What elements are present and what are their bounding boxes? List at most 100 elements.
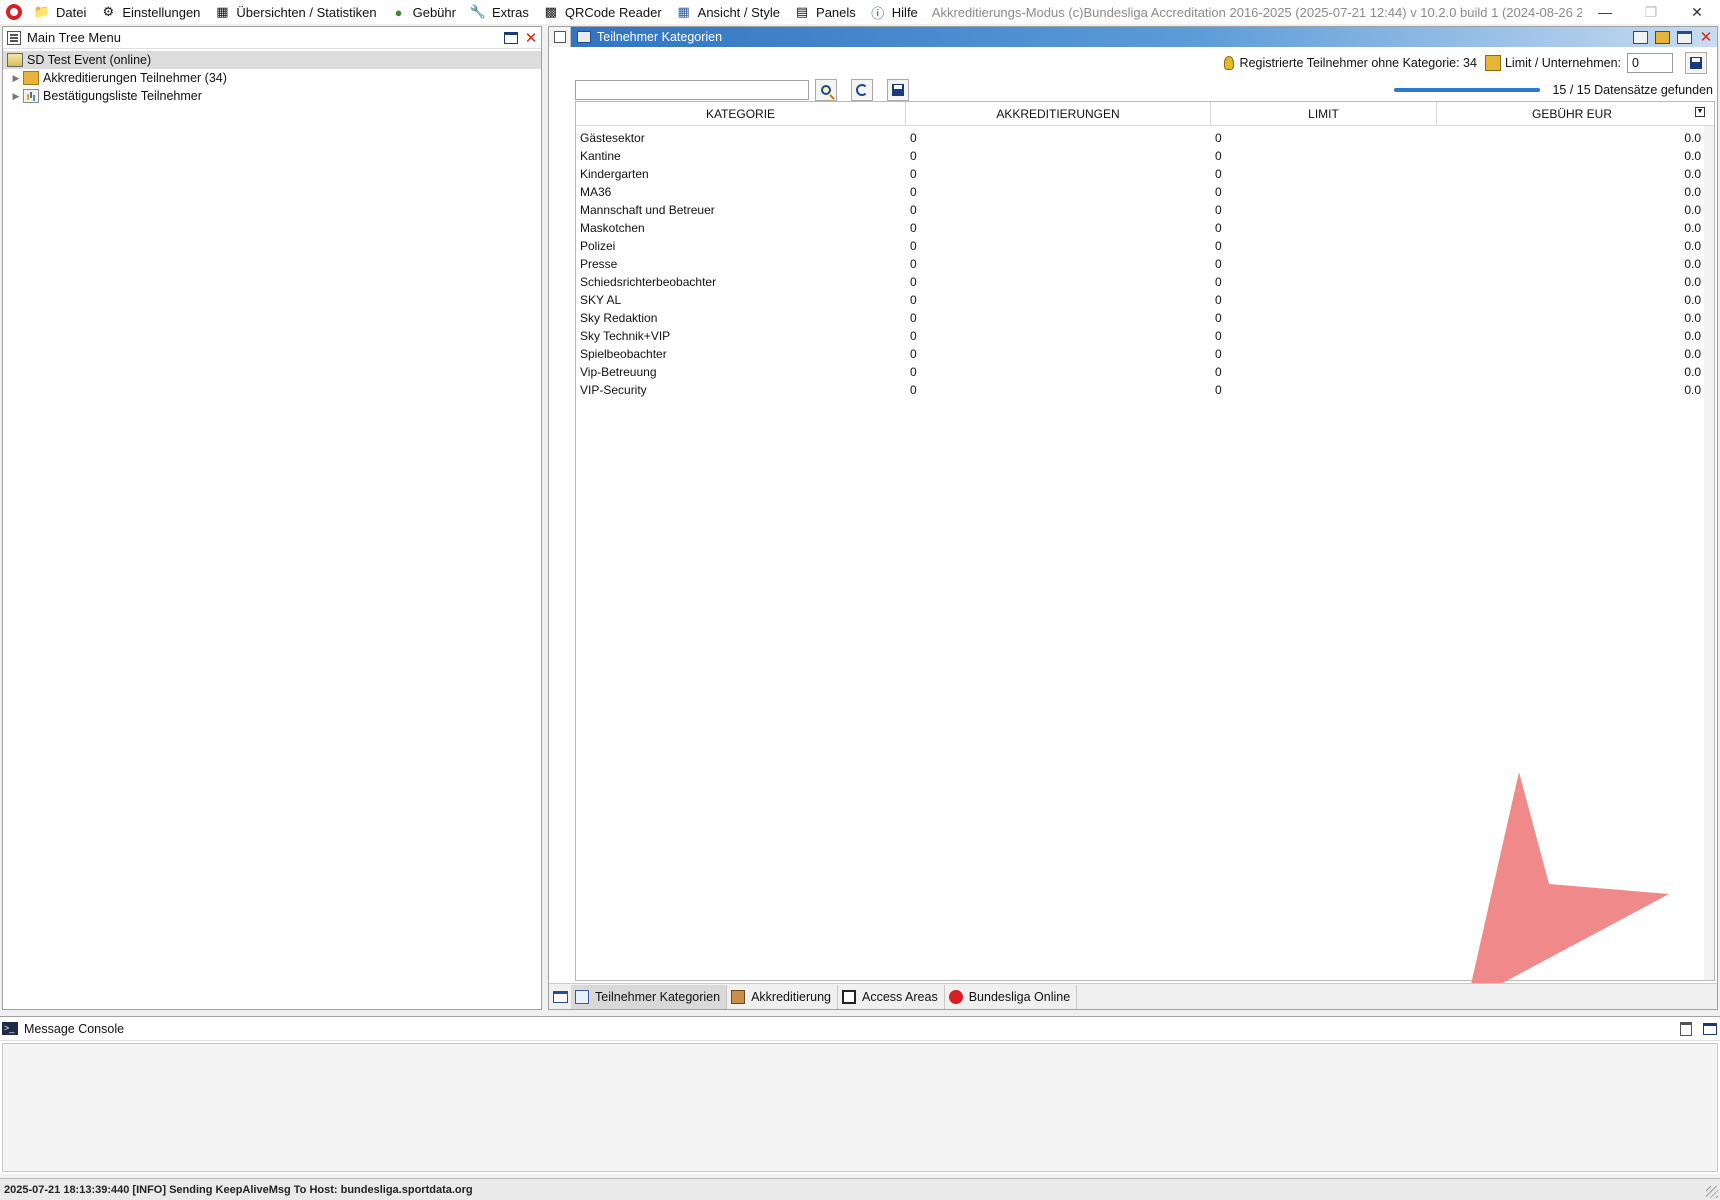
table-row[interactable]: Kantine 0 0 0.0 [576, 147, 1714, 165]
minimize-icon[interactable]: — [1582, 0, 1628, 24]
table-row[interactable]: Sky Redaktion 0 0 0.0 [576, 309, 1714, 327]
tab-list-button[interactable] [549, 984, 571, 1010]
cell-kategorie: Gästesektor [580, 131, 645, 145]
table-row[interactable]: SKY AL 0 0 0.0 [576, 291, 1714, 309]
table-row[interactable]: Sky Technik+VIP 0 0 0.0 [576, 327, 1714, 345]
cell-akkreditierungen: 0 [910, 383, 917, 397]
cell-limit: 0 [1215, 167, 1222, 181]
maximize-panel-button[interactable] [1673, 27, 1695, 47]
menu-hilfe[interactable]: ⓘ Hilfe [864, 0, 926, 24]
table-row[interactable]: MA36 0 0 0.0 [576, 183, 1714, 201]
menu-gebuehr[interactable]: ● Gebühr [385, 0, 464, 24]
resize-grip-icon[interactable] [1706, 1186, 1718, 1198]
refresh-button[interactable] [851, 79, 873, 101]
message-console: >_ Message Console [0, 1016, 1720, 1174]
cell-limit: 0 [1215, 239, 1222, 253]
limit-input[interactable]: 0 [1627, 53, 1673, 73]
tab-label: Access Areas [861, 989, 938, 1004]
menu-uebersichten[interactable]: ▦ Übersichten / Statistiken [208, 0, 384, 24]
table-row[interactable]: Mannschaft und Betreuer 0 0 0.0 [576, 201, 1714, 219]
menu-datei[interactable]: 📁 Datei [28, 0, 94, 24]
column-header-limit[interactable]: LIMIT [1211, 102, 1437, 125]
restore-icon[interactable]: ❐ [1628, 0, 1674, 24]
maximize-icon [1703, 1022, 1717, 1035]
table-row[interactable]: Kindergarten 0 0 0.0 [576, 165, 1714, 183]
console-header: >_ Message Console [0, 1017, 1720, 1041]
close-icon[interactable]: ✕ [1674, 0, 1720, 24]
table-row[interactable]: Spielbeobachter 0 0 0.0 [576, 345, 1714, 363]
menu-extras[interactable]: 🔧 Extras [464, 0, 537, 24]
tab-access-areas[interactable]: Access Areas [838, 984, 945, 1009]
panel-menu-button[interactable] [549, 27, 571, 47]
paste-button[interactable] [1651, 27, 1673, 47]
cell-akkreditierungen: 0 [910, 293, 917, 307]
column-header-label: GEBÜHR EUR [1531, 106, 1612, 121]
table-row[interactable]: Schiedsrichterbeobachter 0 0 0.0 [576, 273, 1714, 291]
tree-panel-header: Main Tree Menu ✕ [3, 27, 541, 49]
cell-kategorie: Spielbeobachter [580, 347, 667, 361]
tab-teilnehmer-kategorien[interactable]: Teilnehmer Kategorien [571, 984, 728, 1009]
cell-limit: 0 [1215, 293, 1222, 307]
panel-title: Teilnehmer Kategorien [597, 30, 723, 44]
console-output[interactable] [2, 1043, 1718, 1172]
cell-kategorie: Kantine [580, 149, 621, 163]
progress-bar [1394, 88, 1541, 92]
menu-ansicht-style[interactable]: ▦ Ansicht / Style [670, 0, 788, 24]
info-row: Registrierte Teilnehmer ohne Kategorie: … [549, 51, 1717, 75]
cell-gebuehr: 0.0 [1684, 221, 1701, 235]
menu-panels[interactable]: ▤ Panels [788, 0, 864, 24]
search-icon [821, 85, 831, 95]
tree-root-event[interactable]: SD Test Event (online) [3, 51, 541, 69]
menu-qrcode-reader[interactable]: ▩ QRCode Reader [537, 0, 670, 24]
door-exit-icon [841, 989, 856, 1004]
save-button[interactable] [887, 79, 909, 101]
clear-console-button[interactable] [1680, 1019, 1700, 1039]
cell-gebuehr: 0.0 [1684, 167, 1701, 181]
tab-akkreditierung[interactable]: Akkreditierung [727, 984, 838, 1009]
cell-kategorie: Presse [580, 257, 618, 271]
maximize-panel-button[interactable] [501, 28, 521, 48]
menu-label: Gebühr [412, 4, 456, 20]
cell-limit: 0 [1215, 383, 1222, 397]
table-row[interactable]: Vip-Betreuung 0 0 0.0 [576, 363, 1714, 381]
cell-limit: 0 [1215, 221, 1222, 235]
menu-label: Extras [491, 4, 529, 20]
clipboard-icon [1654, 30, 1670, 44]
export-button[interactable] [1629, 27, 1651, 47]
expand-arrow-icon[interactable]: ▶ [9, 91, 23, 102]
table-row[interactable]: Polizei 0 0 0.0 [576, 237, 1714, 255]
cell-gebuehr: 0.0 [1684, 383, 1701, 397]
table-row[interactable]: Maskotchen 0 0 0.0 [576, 219, 1714, 237]
expand-arrow-icon[interactable]: ▶ [9, 73, 23, 84]
tree-panel-title: Main Tree Menu [27, 30, 121, 45]
maximize-console-button[interactable] [1700, 1019, 1720, 1039]
tree-item-bestaetigungsliste[interactable]: ▶ Bestätigungsliste Teilnehmer [3, 87, 541, 105]
menu-label: QRCode Reader [564, 4, 662, 20]
main-tree-panel: Main Tree Menu ✕ SD Test Event (online) … [2, 26, 542, 1010]
close-panel-button[interactable]: ✕ [521, 28, 541, 48]
cell-gebuehr: 0.0 [1684, 131, 1701, 145]
bundesliga-logo-icon [6, 4, 22, 20]
tab-bundesliga-online[interactable]: Bundesliga Online [945, 984, 1078, 1009]
tree-item-akkreditierungen[interactable]: ▶ Akkreditierungen Teilnehmer (34) [3, 69, 541, 87]
column-control-icon[interactable]: ▼ [1695, 107, 1705, 117]
column-header-akkreditierungen[interactable]: AKKREDITIERUNGEN [906, 102, 1211, 125]
menu-einstellungen[interactable]: ⚙ Einstellungen [94, 0, 208, 24]
cell-gebuehr: 0.0 [1684, 203, 1701, 217]
cell-limit: 0 [1215, 257, 1222, 271]
search-input[interactable] [575, 80, 809, 100]
column-header-kategorie[interactable]: KATEGORIE [576, 102, 906, 125]
cell-akkreditierungen: 0 [910, 203, 917, 217]
table-row[interactable]: VIP-Security 0 0 0.0 [576, 381, 1714, 399]
table-row[interactable]: Presse 0 0 0.0 [576, 255, 1714, 273]
badge-icon [731, 989, 746, 1004]
vertical-scrollbar[interactable] [1704, 126, 1714, 980]
table-row[interactable]: Gästesektor 0 0 0.0 [576, 129, 1714, 147]
save-limit-button[interactable] [1685, 52, 1707, 74]
search-button[interactable] [815, 79, 837, 101]
app-logo[interactable] [0, 0, 28, 24]
unassigned-participants-label: Registrierte Teilnehmer ohne Kategorie: … [1239, 56, 1477, 70]
column-header-gebuehr[interactable]: GEBÜHR EUR ▼ [1437, 102, 1707, 125]
tree: SD Test Event (online) ▶ Akkreditierunge… [3, 49, 541, 105]
close-panel-button[interactable]: ✕ [1695, 27, 1717, 47]
